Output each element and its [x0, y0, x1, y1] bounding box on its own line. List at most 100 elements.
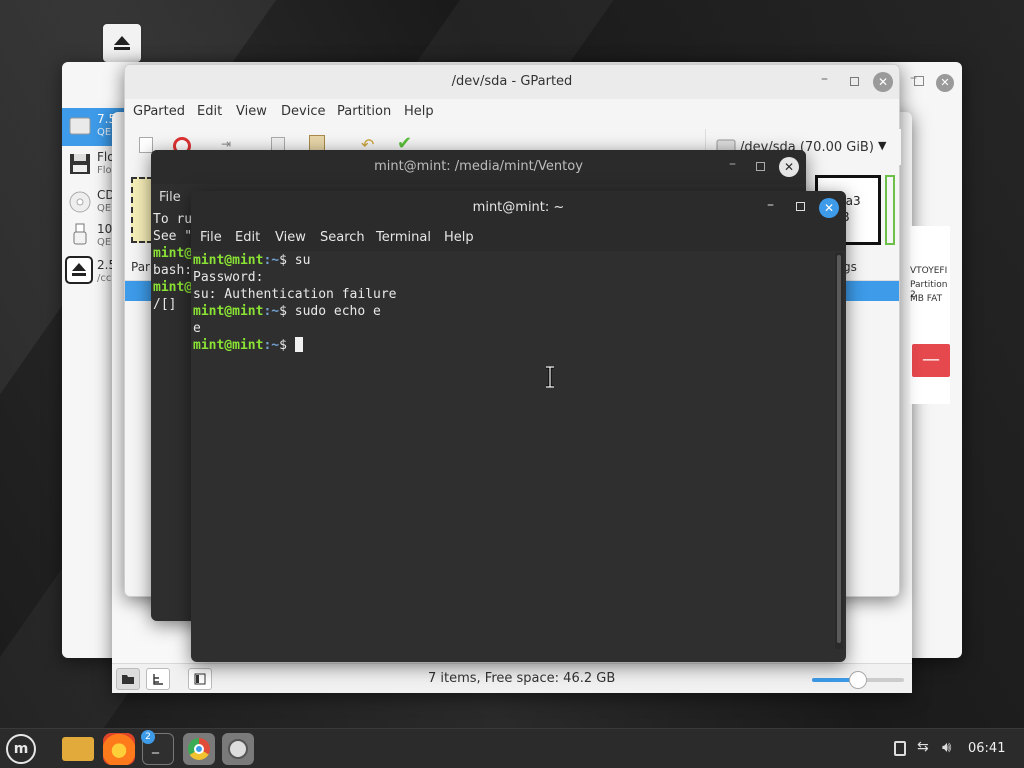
mouse-ibeam-cursor-icon — [544, 365, 556, 392]
taskbar: m _ 2 ⇆ 🔊︎ 06:41 — [0, 728, 1024, 768]
prompt-symbol: $ — [279, 338, 295, 353]
terminal-line: e — [193, 320, 833, 337]
partition-block-left[interactable] — [131, 177, 153, 243]
window-count-badge: 2 — [141, 730, 155, 744]
terminal-titlebar[interactable]: mint@mint: ~ – ✕ — [191, 191, 846, 225]
menu-view[interactable]: View — [275, 230, 306, 245]
terminal-menubar: File Edit View Search Terminal Help — [191, 225, 846, 251]
floppy-icon — [70, 154, 90, 174]
menu-gparted[interactable]: GParted — [133, 104, 185, 119]
drive-icon — [69, 117, 91, 135]
terminal-line: bash: — [153, 263, 193, 278]
terminal-line: mint@mint:~$ su — [193, 252, 833, 269]
maximize-icon[interactable] — [756, 162, 765, 171]
sidebar-item-sublabel: QE — [97, 237, 112, 248]
clipboard-tray-icon[interactable] — [894, 741, 906, 756]
gparted-menubar: GParted Edit View Device Partition Help — [125, 99, 899, 125]
sidebar-item-sublabel: QE — [97, 203, 112, 214]
zoom-slider[interactable] — [812, 671, 904, 689]
terminal-line: /[] — [153, 297, 177, 312]
prompt-user: mint@mint — [193, 253, 264, 268]
sidebar-item-label: 10 — [97, 222, 113, 236]
tree-icon — [153, 674, 163, 685]
places-toggle-button[interactable] — [116, 668, 140, 690]
close-icon[interactable]: ✕ — [936, 74, 954, 92]
terminal-output-text: e — [193, 321, 201, 336]
right-pane-content: VTOYEFI Partition 2 MB FAT — — [910, 226, 950, 404]
menu-help[interactable]: Help — [404, 104, 434, 119]
terminal-line: mint@mint:~$ sudo echo e — [193, 303, 833, 320]
desktop-eject-icon[interactable] — [101, 22, 143, 64]
sidebar-icon — [194, 673, 206, 685]
ventoy-terminal-output: To ru See " mint@ bash: mint@ /[] — [153, 211, 192, 313]
terminal-line: See " — [153, 229, 193, 244]
ventoy-terminal-titlebar[interactable]: mint@mint: /media/mint/Ventoy – ✕ — [151, 150, 806, 184]
menu-file[interactable]: File — [159, 190, 181, 205]
prompt-symbol: $ — [279, 253, 295, 268]
maximize-icon[interactable] — [850, 77, 859, 86]
maximize-icon[interactable] — [796, 202, 805, 211]
close-icon[interactable]: ✕ — [873, 72, 893, 92]
terminal-line: Password: — [193, 269, 833, 286]
eject-icon[interactable] — [65, 256, 93, 284]
taskbar-clock[interactable]: 06:41 — [968, 741, 1005, 756]
files-app-icon[interactable] — [62, 737, 94, 761]
minimize-icon[interactable]: – — [729, 156, 736, 172]
menu-help[interactable]: Help — [444, 230, 474, 245]
volume-fs: MB FAT — [910, 294, 943, 304]
tree-view-button[interactable] — [146, 668, 170, 690]
volume-tray-icon[interactable]: 🔊︎ — [942, 738, 951, 756]
terminal-line: To ru — [153, 212, 193, 227]
toolbar-resize-icon[interactable]: ⇥ — [221, 137, 231, 151]
terminal-line: mint@mint:~$ — [193, 337, 833, 354]
prompt-path: :~ — [263, 304, 280, 319]
terminal-scrollbar[interactable] — [835, 253, 843, 649]
terminal-output[interactable]: mint@mint:~$ su Password: su: Authenticati… — [193, 252, 833, 660]
network-tray-icon[interactable]: ⇆ — [917, 739, 929, 755]
close-icon[interactable]: ✕ — [779, 157, 799, 177]
menu-edit[interactable]: Edit — [197, 104, 222, 119]
folder-icon — [122, 675, 134, 684]
maximize-icon[interactable] — [914, 76, 924, 86]
menu-terminal[interactable]: Terminal — [376, 230, 431, 245]
scrollbar-thumb[interactable] — [837, 255, 841, 643]
terminal-cursor — [294, 337, 303, 352]
zoom-slider-knob[interactable] — [849, 671, 867, 689]
terminal-line: su: Authentication failure — [193, 286, 833, 303]
toolbar-new-icon[interactable] — [139, 137, 153, 153]
prompt-user: mint@mint — [193, 304, 264, 319]
window-title: mint@mint: ~ — [472, 200, 565, 215]
status-bar: 7 items, Free space: 46.2 GB — [112, 663, 912, 693]
mint-menu-icon[interactable]: m — [6, 734, 36, 764]
hide-sidebar-button[interactable] — [188, 668, 212, 690]
menu-device[interactable]: Device — [281, 104, 325, 119]
chromium-logo-center-icon — [194, 744, 204, 754]
minimize-icon[interactable]: – — [767, 197, 774, 213]
menu-partition[interactable]: Partition — [337, 104, 391, 119]
usb-icon — [73, 223, 87, 245]
menu-file[interactable]: File — [200, 230, 222, 245]
command-text: sudo echo e — [294, 304, 381, 319]
menu-search[interactable]: Search — [320, 230, 365, 245]
remove-button[interactable]: — — [912, 344, 950, 377]
window-title: /dev/sda - GParted — [451, 74, 573, 89]
terminal-line: mint@ — [153, 280, 193, 295]
firefox-app-icon[interactable] — [103, 733, 135, 765]
command-text: su — [294, 253, 311, 268]
chromium-app-icon[interactable] — [183, 733, 215, 765]
menu-edit[interactable]: Edit — [235, 230, 260, 245]
minimize-icon[interactable]: – — [821, 71, 828, 87]
cd-icon — [69, 191, 91, 213]
prompt-symbol: $ — [279, 304, 295, 319]
terminal-output-text: su: Authentication failure — [193, 287, 397, 302]
close-icon[interactable]: ✕ — [819, 198, 839, 218]
disk-app-icon[interactable] — [222, 733, 254, 765]
gparted-titlebar[interactable]: /dev/sda - GParted – ✕ — [125, 65, 899, 99]
sidebar-item-sublabel: /cc — [97, 273, 112, 284]
sidebar-item-sublabel: QE — [97, 127, 112, 138]
window-title: mint@mint: /media/mint/Ventoy — [374, 159, 583, 174]
column-partition: Par — [131, 260, 150, 274]
menu-view[interactable]: View — [236, 104, 267, 119]
partition-block-free[interactable] — [885, 175, 895, 245]
status-text: 7 items, Free space: 46.2 GB — [428, 671, 616, 686]
